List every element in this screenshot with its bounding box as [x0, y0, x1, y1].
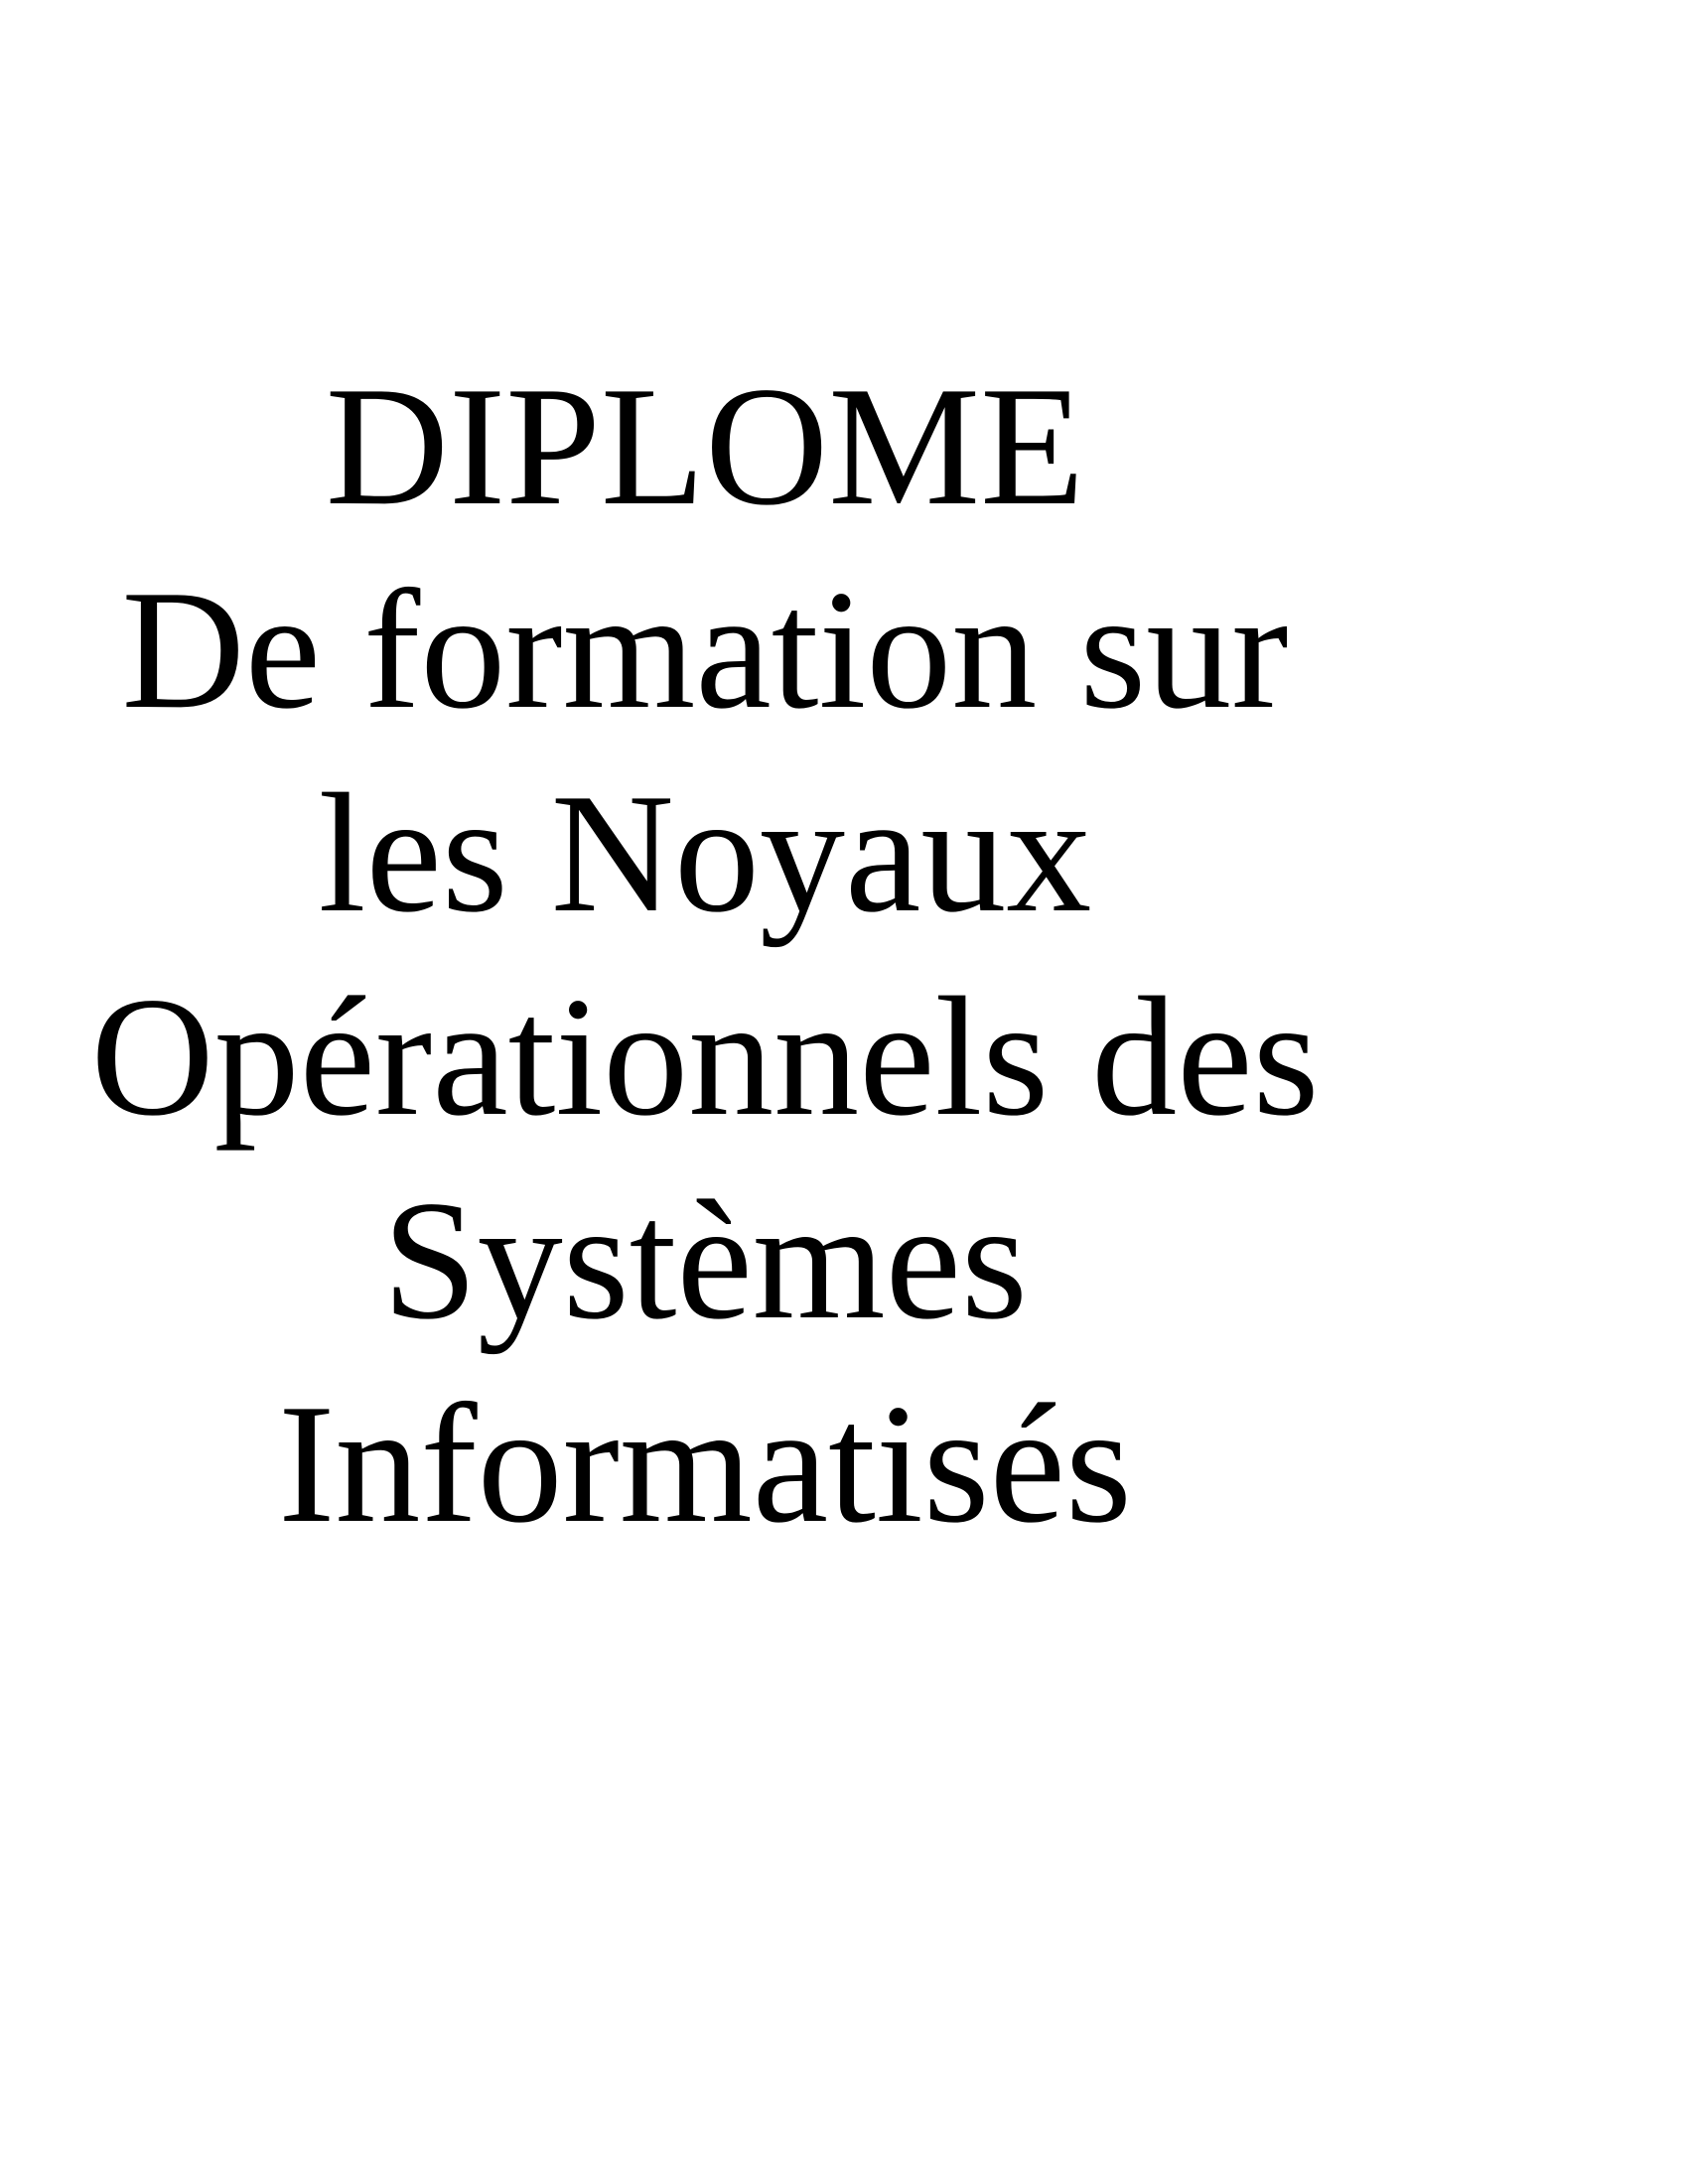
subtitle-line-1: De formation sur: [121, 556, 1289, 745]
document-page: DIPLOME De formation sur les Noyaux Opér…: [0, 0, 1688, 2184]
subtitle-line-2: les Noyaux: [318, 759, 1092, 948]
subtitle-line-3: Opérationnels des: [90, 963, 1320, 1152]
diploma-title-block: DIPLOME De formation sur les Noyaux Opér…: [0, 345, 1410, 1567]
diploma-title: DIPLOME: [325, 352, 1085, 541]
subtitle-line-4: Systèmes: [382, 1166, 1028, 1355]
subtitle-line-5: Informatisés: [278, 1370, 1132, 1559]
